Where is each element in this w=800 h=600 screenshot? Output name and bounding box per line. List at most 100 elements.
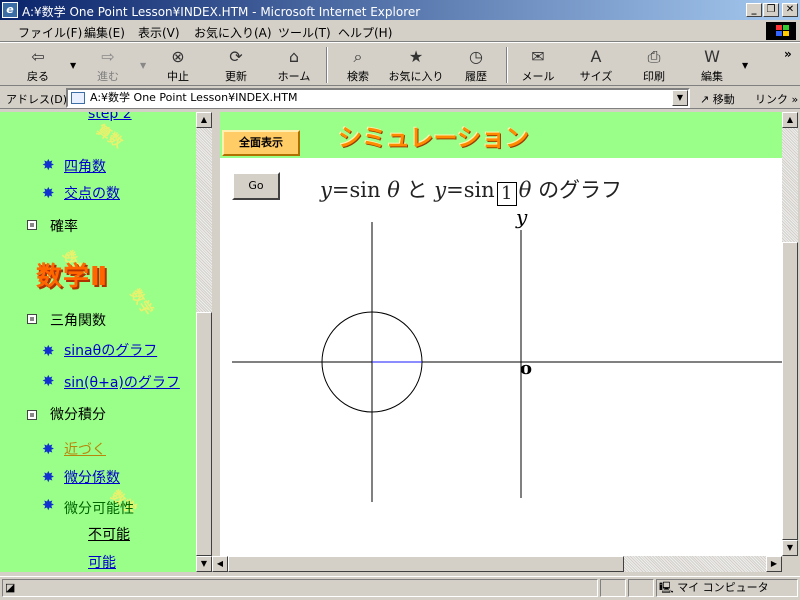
nav-shikakusu[interactable]: 四角数: [64, 156, 106, 176]
forward-arrow-icon: ⇨: [101, 47, 115, 66]
toolbar: ⇦ 戻る ▼ ⇨ 進む ▼ ⊗ 中止 ⟳ 更新 ⌂ ホーム ⌕ 検索 ★ お気に…: [0, 42, 800, 86]
nav-bibunkeisu[interactable]: 微分係数: [64, 467, 120, 487]
scroll-up-button[interactable]: ▲: [782, 112, 798, 128]
star-bullet-icon: ✸: [42, 372, 55, 390]
star-bullet-icon: ✸: [42, 496, 55, 514]
home-icon: ⌂: [288, 47, 300, 66]
address-bar: アドレス(D) A:¥数学 One Point Lesson¥INDEX.HTM…: [0, 87, 800, 109]
menu-tools[interactable]: ツール(T): [278, 24, 331, 41]
status-bar: ◪ 🖳 マイ コンピュータ: [0, 576, 800, 598]
nav-step2[interactable]: step 2: [88, 112, 132, 122]
decor-text: 算数: [93, 122, 126, 152]
scroll-left-button[interactable]: ◀: [212, 556, 228, 572]
decor-text: 数学: [126, 286, 156, 319]
menu-help[interactable]: ヘルプ(H): [338, 24, 392, 41]
history-button[interactable]: ◷ 履歴: [456, 45, 496, 85]
nav-bibunkanou: 微分可能性: [64, 501, 134, 517]
simulation-frame: 全面表示 シミュレーション Go y=sin θ と y=sin 1 θ のグラフ …: [220, 112, 782, 556]
menu-edit[interactable]: 編集(E): [84, 24, 125, 41]
go-arrow-icon: ↗: [700, 93, 710, 106]
star-bullet-icon: ✸: [42, 440, 55, 458]
left-vertical-scrollbar[interactable]: ▲ ▼: [196, 112, 212, 572]
right-vertical-scrollbar[interactable]: ▲ ▼: [782, 112, 798, 556]
page-status-icon: ◪: [5, 581, 16, 594]
left-nav-frame: 算数 数学 数学 数学 step 2 ✸ 四角数 ✸ 交点の数 確率 数学Ⅱ 三…: [0, 112, 196, 572]
toolbar-separator: [326, 47, 328, 83]
search-icon: ⌕: [353, 47, 363, 66]
star-bullet-icon: ✸: [42, 468, 55, 486]
links-button[interactable]: リンク »: [755, 91, 798, 107]
nav-kouten[interactable]: 交点の数: [64, 183, 120, 203]
ie-icon: e: [2, 2, 18, 18]
edit-icon: W: [704, 47, 720, 66]
computer-icon: 🖳: [659, 581, 674, 594]
minimize-button[interactable]: _: [746, 3, 762, 17]
nav-bibun: 微分積分: [50, 407, 106, 423]
forward-dropdown[interactable]: ▼: [140, 61, 146, 70]
mail-button[interactable]: ✉ メール: [516, 45, 560, 85]
restore-button[interactable]: ❐: [763, 3, 779, 17]
windows-logo-icon: [766, 22, 796, 40]
print-button[interactable]: ⎙ 印刷: [634, 45, 674, 85]
menu-view[interactable]: 表示(V): [138, 24, 180, 41]
star-bullet-icon: ✸: [42, 156, 55, 174]
stop-button[interactable]: ⊗ 中止: [158, 45, 198, 85]
toolbar-more-button[interactable]: »: [784, 47, 792, 61]
nav-fukanou[interactable]: 不可能: [88, 524, 130, 544]
toolbar-separator: [506, 47, 508, 83]
back-dropdown[interactable]: ▼: [70, 61, 76, 70]
scroll-right-button[interactable]: ▶: [766, 556, 782, 572]
origin-label: o: [520, 358, 532, 379]
math2-logo: 数学Ⅱ: [36, 262, 109, 292]
graph-canvas: y o: [232, 205, 782, 502]
scroll-down-button[interactable]: ▼: [782, 540, 798, 556]
y-axis-label: y: [515, 205, 528, 229]
favorites-button[interactable]: ★ お気に入り: [386, 45, 446, 85]
status-main-pane: ◪: [2, 579, 598, 597]
address-input[interactable]: A:¥数学 One Point Lesson¥INDEX.HTM: [66, 88, 690, 108]
refresh-icon: ⟳: [229, 47, 243, 66]
stop-icon: ⊗: [171, 47, 185, 66]
menu-file[interactable]: ファイル(F): [18, 24, 82, 41]
right-horizontal-scrollbar[interactable]: ◀ ▶: [212, 556, 782, 572]
address-dropdown[interactable]: ▼: [672, 90, 688, 106]
close-button[interactable]: ✕: [782, 3, 798, 17]
back-button[interactable]: ⇦ 戻る: [18, 45, 58, 85]
back-arrow-icon: ⇦: [31, 47, 45, 66]
star-bullet-icon: ✸: [42, 342, 55, 360]
history-icon: ◷: [469, 47, 483, 66]
nav-sankaku: 三角関数: [50, 313, 106, 329]
scroll-down-button[interactable]: ▼: [196, 556, 212, 572]
window-title: A:¥数学 One Point Lesson¥INDEX.HTM - Micro…: [22, 5, 421, 19]
scroll-thumb[interactable]: [196, 312, 212, 556]
edit-button[interactable]: W 編集: [690, 45, 734, 85]
menu-bar: ファイル(F) 編集(E) 表示(V) お気に入り(A) ツール(T) ヘルプ(…: [0, 20, 800, 42]
menu-favorites[interactable]: お気に入り(A): [194, 24, 272, 41]
go-navigate-button[interactable]: ↗ 移動: [700, 91, 735, 107]
font-size-icon: A: [590, 47, 602, 66]
status-zone-pane: 🖳 マイ コンピュータ: [656, 579, 798, 597]
mail-icon: ✉: [531, 47, 545, 66]
nav-sin-theta-a[interactable]: sin(θ+a)のグラフ: [64, 372, 180, 392]
nav-kakuritsu: 確率: [50, 219, 78, 235]
star-bullet-icon: ✸: [42, 184, 55, 202]
scroll-thumb[interactable]: [228, 556, 624, 572]
scroll-up-button[interactable]: ▲: [196, 112, 212, 128]
favorites-icon: ★: [408, 47, 424, 66]
square-bullet-icon: [27, 220, 37, 230]
page-icon: [71, 92, 85, 104]
square-bullet-icon: [27, 314, 37, 324]
refresh-button[interactable]: ⟳ 更新: [216, 45, 256, 85]
scroll-corner: [782, 556, 798, 572]
square-bullet-icon: [27, 410, 37, 420]
title-bar: e A:¥数学 One Point Lesson¥INDEX.HTM - Mic…: [0, 0, 800, 20]
nav-kanou[interactable]: 可能: [88, 552, 116, 572]
edit-dropdown[interactable]: ▼: [742, 61, 748, 70]
home-button[interactable]: ⌂ ホーム: [272, 45, 316, 85]
forward-button[interactable]: ⇨ 進む: [88, 45, 128, 85]
nav-chikaduku[interactable]: 近づく: [64, 439, 106, 459]
nav-sin-a-theta[interactable]: sinaθのグラフ: [64, 340, 157, 360]
font-size-button[interactable]: A サイズ: [574, 45, 618, 85]
search-button[interactable]: ⌕ 検索: [338, 45, 378, 85]
scroll-thumb[interactable]: [782, 242, 798, 540]
